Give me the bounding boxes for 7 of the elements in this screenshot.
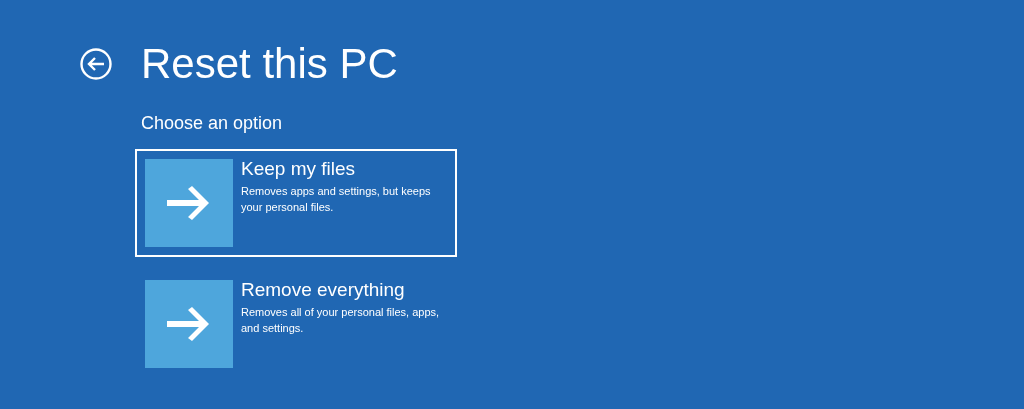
back-icon[interactable] bbox=[80, 48, 112, 80]
page-title: Reset this PC bbox=[141, 39, 398, 89]
option-button[interactable]: Keep my files Removes apps and settings, but keeps your personal files. bbox=[135, 149, 457, 257]
arrow-icon bbox=[167, 186, 211, 220]
arrow-icon bbox=[167, 307, 211, 341]
subtitle: Choose an option bbox=[141, 112, 284, 134]
option-button[interactable]: Remove everything Removes all of your personal files, apps, and settings. bbox=[135, 270, 457, 378]
